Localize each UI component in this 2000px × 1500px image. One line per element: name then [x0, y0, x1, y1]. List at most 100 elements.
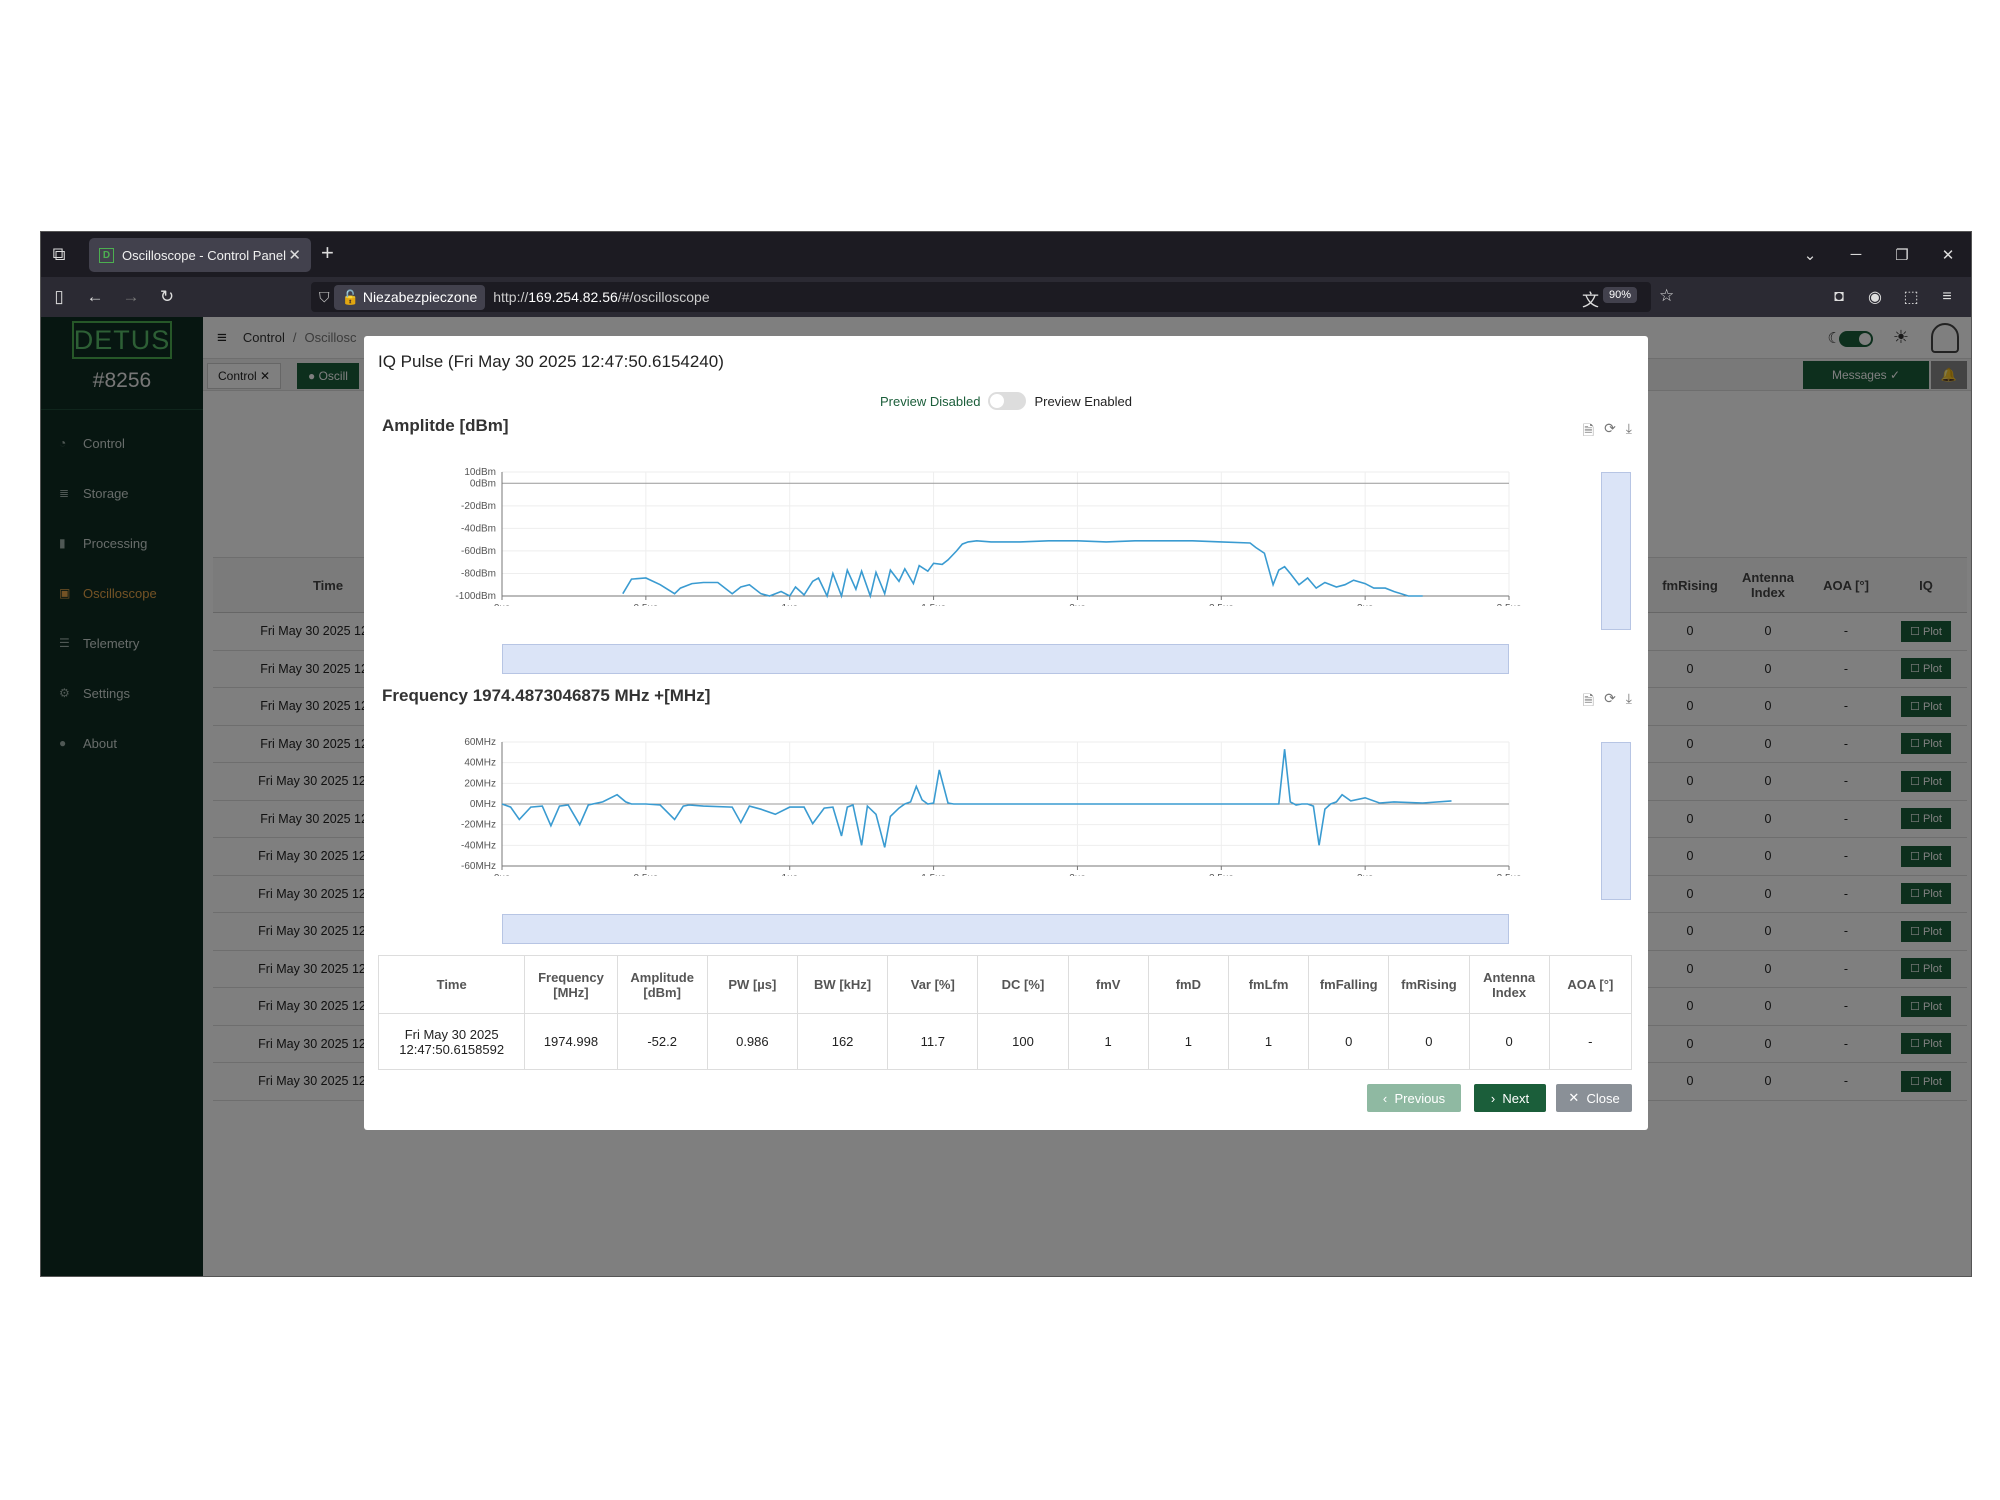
- favicon-icon: D: [99, 247, 114, 263]
- cell-value: 1974.998: [524, 1013, 618, 1070]
- cell-value: 162: [796, 1013, 889, 1070]
- forward-icon[interactable]: →: [113, 277, 149, 317]
- new-tab-icon[interactable]: +: [321, 240, 334, 266]
- cell-value: 0.986: [706, 1013, 798, 1070]
- insecure-badge[interactable]: 🔓 Niezabezpieczone: [333, 284, 486, 310]
- frequency-y-zoom-slider[interactable]: [1601, 742, 1631, 900]
- extensions-icon[interactable]: ⬚: [1893, 277, 1929, 317]
- restore-icon[interactable]: ❐: [1879, 232, 1925, 277]
- y-tick-label: 20MHz: [464, 778, 496, 789]
- y-tick-label: 10dBm: [464, 467, 496, 478]
- y-tick-label: -60MHz: [461, 861, 496, 872]
- shield-icon[interactable]: ⛉: [319, 289, 330, 306]
- translate-icon[interactable]: 文: [1582, 286, 1599, 311]
- preview-switch: Preview Disabled Preview Enabled: [364, 392, 1648, 410]
- time-clock: 12:47:50.6158592: [399, 1041, 505, 1057]
- x-tick-label: 2µs: [1069, 603, 1085, 606]
- sidebar-toggle-icon[interactable]: ▯: [41, 277, 77, 317]
- back-icon[interactable]: ←: [77, 277, 113, 317]
- x-tick-label: 3µs: [1357, 873, 1373, 876]
- preview-toggle[interactable]: [988, 392, 1027, 410]
- series-line: [501, 749, 1452, 848]
- previous-label: Previous: [1394, 1090, 1446, 1106]
- x-tick-label: 2.5µs: [1209, 873, 1234, 876]
- account-icon[interactable]: ◉: [1857, 277, 1893, 317]
- x-tick-label: 0µs: [494, 873, 510, 876]
- tab-title: Oscilloscope - Control Panel: [122, 247, 287, 263]
- x-tick-label: 2µs: [1069, 873, 1085, 876]
- amplitude-x-zoom-slider[interactable]: [502, 644, 1509, 674]
- y-tick-label: 40MHz: [464, 758, 496, 769]
- cell-value: 0: [1388, 1013, 1470, 1070]
- tab-overflow-icon[interactable]: ⌄: [1787, 232, 1833, 277]
- y-tick-label: -60dBm: [461, 546, 496, 557]
- cell-value: 11.7: [887, 1013, 979, 1070]
- tab-list-icon[interactable]: ⧉: [41, 232, 77, 277]
- col-header: fmV: [1067, 955, 1149, 1014]
- table-row: Fri May 30 2025 12:47:50.6158592 1974.998…: [377, 1013, 1633, 1070]
- amplitude-chart-title: Amplitde [dBm]: [382, 416, 509, 435]
- insecure-label: Niezabezpieczone: [362, 288, 478, 305]
- x-tick-label: 3µs: [1357, 603, 1373, 606]
- col-header: PW [µs]: [706, 955, 798, 1014]
- reload-icon[interactable]: ↻: [149, 277, 185, 317]
- url-host: 169.254.82.56: [528, 289, 618, 305]
- cell-time: Fri May 30 2025 12:47:50.6158592: [377, 1013, 526, 1070]
- chevron-left-icon: ‹: [1382, 1090, 1395, 1106]
- col-header: Amplitude [dBm]: [616, 955, 708, 1014]
- pocket-icon[interactable]: ◘: [1821, 277, 1857, 317]
- nav-bar: ▯ ← → ↻ ⛉ 🔓 Niezabezpieczone http://169.…: [41, 277, 1971, 317]
- y-tick-label: -80dBm: [461, 568, 496, 579]
- x-tick-label: 1.5µs: [921, 873, 946, 876]
- frequency-x-zoom-slider[interactable]: [502, 914, 1509, 944]
- close-label: Close: [1586, 1090, 1620, 1106]
- browser-tab[interactable]: D Oscilloscope - Control Panel ✕: [89, 238, 311, 272]
- col-header: AOA [°]: [1548, 955, 1633, 1014]
- col-header: fmFalling: [1308, 955, 1390, 1014]
- close-tab-icon[interactable]: ✕: [288, 246, 301, 264]
- previous-button[interactable]: ‹ Previous: [1367, 1084, 1461, 1112]
- next-label: Next: [1502, 1090, 1530, 1106]
- col-header: BW [kHz]: [796, 955, 889, 1014]
- y-tick-label: 0MHz: [470, 799, 496, 810]
- cell-value: 1: [1067, 1013, 1149, 1070]
- col-header: fmD: [1147, 955, 1229, 1014]
- cell-value: 0: [1308, 1013, 1390, 1070]
- col-header: fmRising: [1388, 955, 1470, 1014]
- preview-disabled-label: Preview Disabled: [880, 393, 981, 409]
- x-tick-label: 3.5µs: [1497, 873, 1522, 876]
- y-tick-label: -100dBm: [455, 591, 496, 602]
- cell-value: 100: [977, 1013, 1069, 1070]
- y-tick-label: -40dBm: [461, 523, 496, 534]
- menu-icon[interactable]: ≡: [1929, 277, 1965, 317]
- amplitude-y-zoom-slider[interactable]: [1601, 472, 1631, 630]
- x-tick-label: 0.5µs: [634, 873, 659, 876]
- minimize-icon[interactable]: ─: [1833, 232, 1879, 277]
- address-bar[interactable]: ⛉ 🔓 Niezabezpieczone http://169.254.82.5…: [311, 282, 1651, 312]
- url-prefix: http://: [493, 289, 529, 305]
- col-header: DC [%]: [977, 955, 1069, 1014]
- x-tick-label: 1µs: [782, 603, 798, 606]
- y-tick-label: 0dBm: [470, 478, 496, 489]
- tab-bar: ⧉ D Oscilloscope - Control Panel ✕ + ⌄ ─…: [41, 232, 1971, 277]
- zoom-level[interactable]: 90%: [1602, 287, 1637, 303]
- bookmark-star-icon[interactable]: ☆: [1659, 286, 1674, 306]
- cell-value: -52.2: [616, 1013, 708, 1070]
- close-button[interactable]: ✕ Close: [1556, 1084, 1632, 1112]
- iq-pulse-modal: IQ Pulse (Fri May 30 2025 12:47:50.61542…: [364, 336, 1648, 1130]
- close-window-icon[interactable]: ✕: [1925, 232, 1971, 277]
- url-path: /#/oscilloscope: [617, 289, 710, 305]
- amplitude-chart: 0µs 0.5µs 1µs 1.5µs 2µs 2.5µs 3µs 3.5µs 10dBm0dB…: [455, 467, 1521, 606]
- col-header: Var [%]: [887, 955, 979, 1014]
- x-tick-label: 2.5µs: [1209, 603, 1234, 606]
- frequency-chart: 0µs 0.5µs 1µs 1.5µs 2µs 2.5µs 3µs 3.5µs 60MHz 40M…: [461, 737, 1522, 876]
- series-line: [622, 539, 1423, 599]
- frequency-chart-title: Frequency 1974.4873046875 MHz +[MHz]: [382, 686, 711, 705]
- close-icon: ✕: [1568, 1090, 1587, 1105]
- col-header: Frequency [MHz]: [524, 955, 618, 1014]
- next-button[interactable]: › Next: [1474, 1084, 1546, 1112]
- preview-enabled-label: Preview Enabled: [1034, 393, 1132, 409]
- y-tick-label: -40MHz: [461, 840, 496, 851]
- time-date: Fri May 30 2025: [404, 1026, 499, 1042]
- y-tick-label: -20MHz: [461, 820, 496, 831]
